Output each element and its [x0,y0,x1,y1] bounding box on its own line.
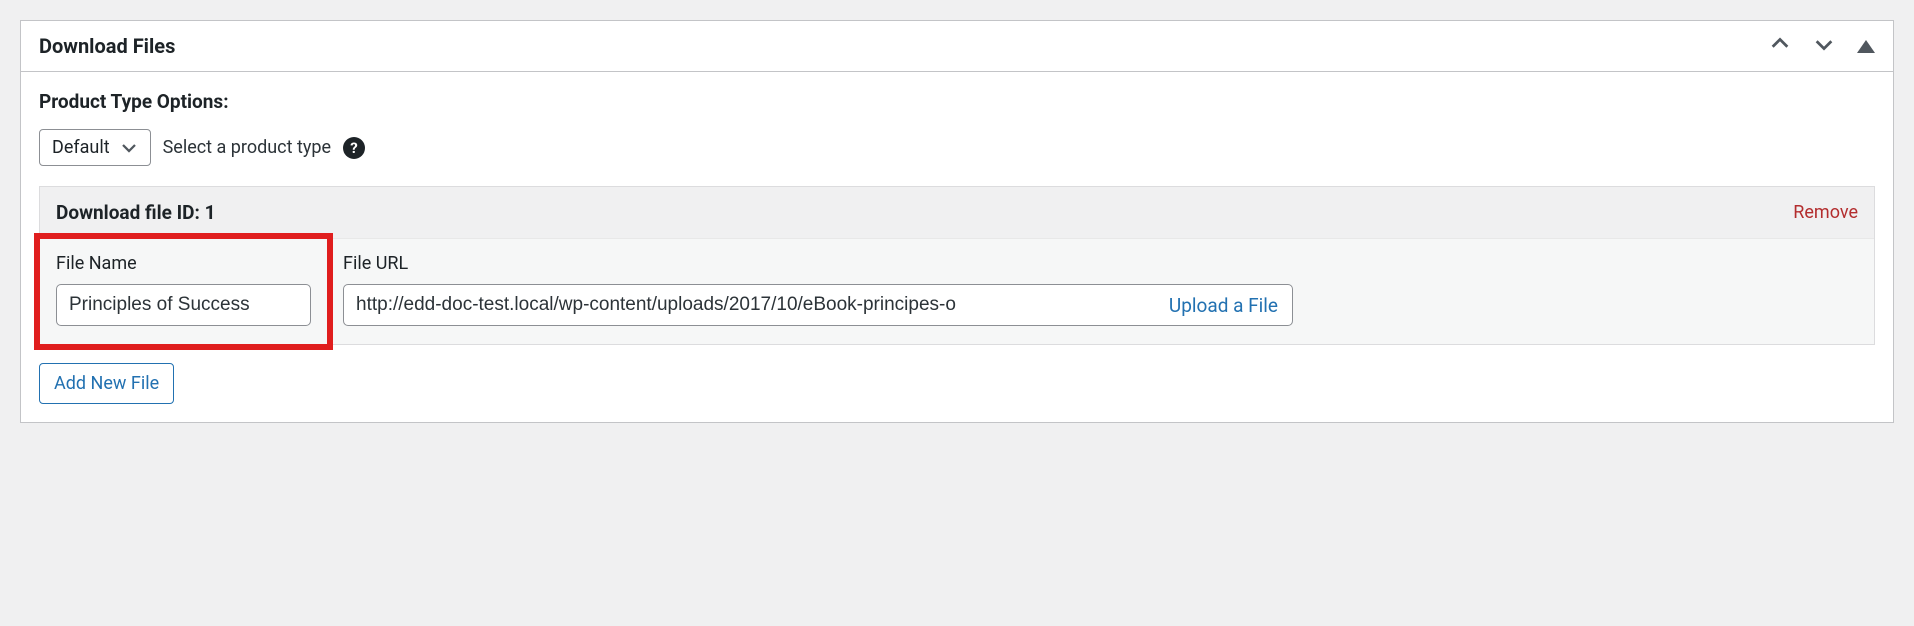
collapse-triangle-icon[interactable] [1857,40,1875,53]
download-files-panel: Download Files Product Type Options: Def… [20,20,1894,423]
file-url-row: Upload a File [343,284,1293,326]
file-url-label: File URL [343,253,1858,274]
panel-actions [1769,33,1875,59]
chevron-down-icon[interactable] [1813,33,1835,59]
file-url-input[interactable] [344,285,1155,325]
chevron-down-icon [120,139,138,157]
product-type-options-label: Product Type Options: [39,90,1875,113]
add-new-file-button[interactable]: Add New File [39,363,174,404]
product-type-select-value: Default [52,137,110,158]
file-name-label: File Name [56,253,311,274]
file-block-title: Download file ID: 1 [56,201,216,224]
file-name-input[interactable] [56,284,311,326]
remove-file-link[interactable]: Remove [1793,202,1858,223]
file-name-column: File Name [40,239,327,344]
chevron-up-icon[interactable] [1769,33,1791,59]
product-type-row: Default Select a product type ? [39,129,1875,166]
panel-body: Product Type Options: Default Select a p… [21,72,1893,422]
product-type-select[interactable]: Default [39,129,151,166]
panel-title: Download Files [39,34,175,58]
panel-header: Download Files [21,21,1893,72]
help-icon[interactable]: ? [343,137,365,159]
file-block-title-prefix: Download file ID: [56,201,200,224]
upload-file-link[interactable]: Upload a File [1155,294,1292,317]
download-file-block: Download file ID: 1 Remove File Name Fil… [39,186,1875,345]
file-fields: File Name File URL Upload a File [40,239,1874,344]
file-url-column: File URL Upload a File [327,239,1874,344]
file-block-header: Download file ID: 1 Remove [40,187,1874,239]
file-block-id: 1 [205,201,216,224]
product-type-hint: Select a product type [163,137,331,158]
